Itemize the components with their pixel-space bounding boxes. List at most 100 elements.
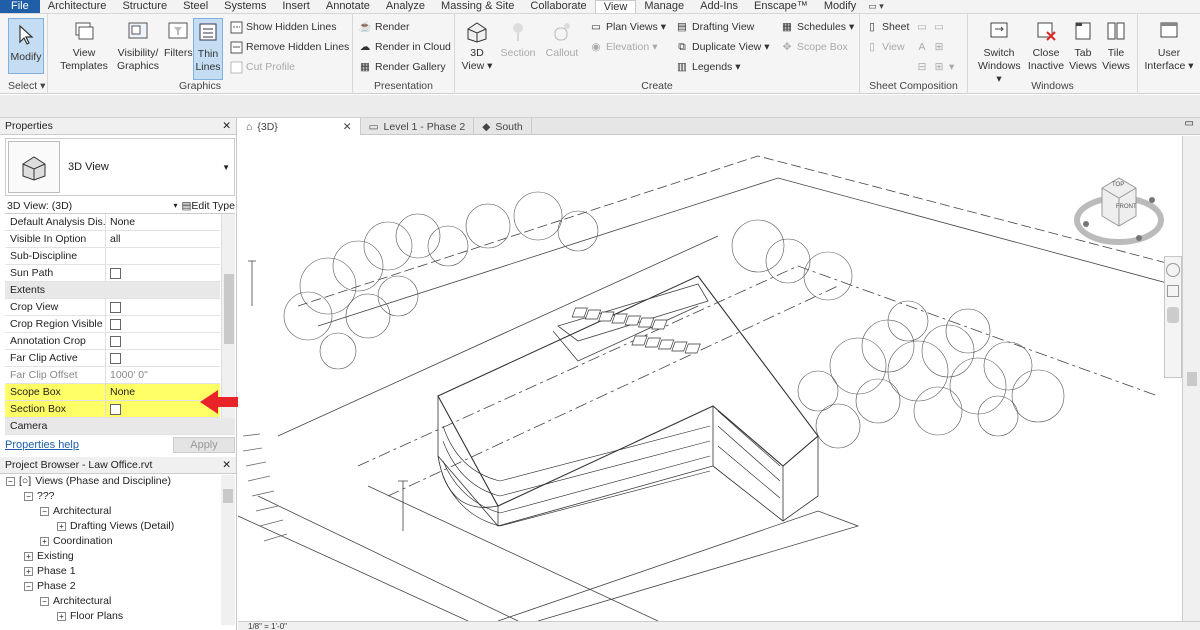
- properties-help-link[interactable]: Properties help: [5, 439, 79, 451]
- tree-toggle[interactable]: −: [24, 491, 33, 501]
- tree-node-drafting-views[interactable]: + Drafting Views (Detail): [57, 520, 174, 532]
- prop-row-default-analysis[interactable]: Default Analysis Dis... None: [5, 214, 220, 231]
- menu-tab-structure[interactable]: Structure: [114, 0, 175, 13]
- prop-row-section-box[interactable]: Section Box: [5, 401, 220, 418]
- show-hidden-lines-button[interactable]: Show Hidden Lines: [229, 18, 336, 36]
- tab-views-button[interactable]: Tab Views: [1068, 18, 1098, 73]
- view-tab-0[interactable]: ⌂ {3D} ✕: [238, 118, 361, 135]
- menu-tab-file[interactable]: File: [0, 0, 40, 13]
- tree-node-phase-1[interactable]: + Phase 1: [24, 565, 76, 577]
- menu-tab-collaborate[interactable]: Collaborate: [522, 0, 594, 13]
- filters-button[interactable]: Filters: [164, 18, 193, 60]
- menu-tab-modify[interactable]: Modify: [816, 0, 864, 13]
- prop-row-scope-box[interactable]: Scope Box None: [5, 384, 220, 401]
- cut-profile-button[interactable]: Cut Profile: [229, 58, 295, 76]
- tree-toggle[interactable]: +: [40, 536, 49, 546]
- render-cloud-button[interactable]: ☁ Render in Cloud: [358, 38, 451, 56]
- modify-button[interactable]: Modify: [8, 18, 44, 74]
- tree-node-architectural-2[interactable]: − Architectural: [40, 595, 111, 607]
- tree-node-existing[interactable]: + Existing: [24, 550, 74, 562]
- view-scale[interactable]: 1/8" = 1'-0": [248, 622, 287, 630]
- view-tab-1[interactable]: ▭ Level 1 - Phase 2: [361, 118, 475, 135]
- remove-hidden-lines-button[interactable]: Remove Hidden Lines: [229, 38, 349, 56]
- crop-region-checkbox[interactable]: [110, 318, 121, 330]
- prop-row-sub-discipline[interactable]: Sub-Discipline: [5, 248, 220, 265]
- quick-access-dropdown-icon[interactable]: ▭ ▾: [864, 0, 888, 13]
- zoom-icon[interactable]: [1167, 285, 1179, 297]
- plan-views-button[interactable]: ▭ Plan Views ▾: [589, 18, 666, 36]
- menu-tab-view[interactable]: View: [594, 0, 637, 13]
- sun-path-checkbox[interactable]: [110, 267, 121, 279]
- prop-row-crop-view[interactable]: Crop View: [5, 299, 220, 316]
- place-view-button[interactable]: ▯ View: [865, 38, 904, 56]
- tree-node-floor-plans[interactable]: + Floor Plans: [57, 610, 123, 622]
- close-inactive-button[interactable]: Close Inactive: [1026, 18, 1066, 73]
- drafting-view-button[interactable]: ▤ Drafting View: [675, 18, 754, 36]
- steering-wheel-icon[interactable]: [1166, 263, 1180, 277]
- tree-toggle[interactable]: −: [6, 476, 15, 486]
- tree-toggle[interactable]: +: [57, 521, 66, 531]
- menu-tab-massing-site[interactable]: Massing & Site: [433, 0, 522, 13]
- menu-tab-architecture[interactable]: Architecture: [40, 0, 115, 13]
- menu-tab-enscape[interactable]: Enscape™: [746, 0, 816, 13]
- switch-windows-button[interactable]: Switch Windows ▾: [978, 18, 1021, 86]
- sheet-button[interactable]: ▯ Sheet: [865, 18, 909, 36]
- annotation-crop-checkbox[interactable]: [110, 335, 121, 347]
- scope-box-button[interactable]: ✥ Scope Box: [780, 38, 848, 56]
- select-panel-label[interactable]: Select ▾: [0, 80, 47, 92]
- menu-tab-manage[interactable]: Manage: [636, 0, 692, 13]
- prop-row-annotation-crop[interactable]: Annotation Crop: [5, 333, 220, 350]
- crop-view-checkbox[interactable]: [110, 301, 121, 313]
- prop-row-crop-region-visible[interactable]: Crop Region Visible: [5, 316, 220, 333]
- prop-row-sun-path[interactable]: Sun Path: [5, 265, 220, 282]
- user-interface-button[interactable]: User Interface ▾: [1142, 18, 1196, 73]
- render-gallery-button[interactable]: ▦ Render Gallery: [358, 58, 446, 76]
- menu-tab-steel[interactable]: Steel: [175, 0, 216, 13]
- apply-button[interactable]: Apply: [173, 437, 235, 453]
- drawing-canvas[interactable]: TOP FRONT: [238, 136, 1182, 621]
- title-block-button[interactable]: ▭ ▭: [915, 18, 946, 36]
- section-button[interactable]: Section: [499, 18, 537, 60]
- prop-group-extents[interactable]: Extents: [5, 282, 220, 299]
- tree-toggle[interactable]: −: [40, 506, 49, 516]
- tree-node-unknown[interactable]: −???: [24, 490, 55, 502]
- canvas-scroll-thumb[interactable]: [1187, 372, 1197, 386]
- thin-lines-button[interactable]: Thin Lines: [193, 18, 223, 80]
- menu-tab-insert[interactable]: Insert: [274, 0, 318, 13]
- tree-node-architectural[interactable]: − Architectural: [40, 505, 111, 517]
- tree-node-phase-2[interactable]: − Phase 2: [24, 580, 76, 592]
- prop-row-far-clip-offset[interactable]: Far Clip Offset 1000' 0": [5, 367, 220, 384]
- view-tab-2[interactable]: ◆ South: [474, 118, 532, 135]
- view-templates-button[interactable]: View Templates: [58, 18, 110, 73]
- instance-selector[interactable]: 3D View: (3D) ▾ ▤Edit Type: [5, 198, 235, 214]
- render-button[interactable]: ☕ Render: [358, 18, 409, 36]
- tree-node-coordination[interactable]: + Coordination: [40, 535, 113, 547]
- close-tab-icon[interactable]: ✕: [343, 121, 352, 133]
- menu-tab-systems[interactable]: Systems: [216, 0, 274, 13]
- elevation-button[interactable]: ◉ Elevation ▾: [589, 38, 657, 56]
- properties-close-icon[interactable]: ✕: [222, 120, 231, 132]
- tree-toggle[interactable]: +: [24, 551, 33, 561]
- tree-toggle[interactable]: +: [24, 566, 33, 576]
- edit-type-button[interactable]: ▤Edit Type: [181, 200, 235, 212]
- browser-scrollbar[interactable]: [221, 475, 235, 625]
- callout-button[interactable]: Callout: [543, 18, 581, 60]
- guide-grid-button[interactable]: A ⊞: [915, 38, 946, 56]
- view-reference-button[interactable]: ⊟ ⊞ ▾: [915, 58, 955, 76]
- type-selector[interactable]: 3D View ▼: [5, 138, 235, 196]
- viewcube[interactable]: TOP FRONT: [1074, 176, 1164, 248]
- duplicate-view-button[interactable]: ⧉ Duplicate View ▾: [675, 38, 769, 56]
- viewcube-front-label[interactable]: FRONT: [1116, 204, 1137, 210]
- section-box-checkbox[interactable]: [110, 403, 121, 415]
- tree-toggle[interactable]: −: [40, 596, 49, 606]
- visibility-graphics-button[interactable]: Visibility/ Graphics: [114, 18, 162, 73]
- tree-toggle[interactable]: −: [24, 581, 33, 591]
- far-clip-checkbox[interactable]: [110, 352, 121, 364]
- schedules-button[interactable]: ▦ Schedules ▾: [780, 18, 854, 36]
- tab-switch-icon[interactable]: ▭: [1179, 118, 1200, 134]
- canvas-vertical-scrollbar[interactable]: [1182, 136, 1200, 621]
- menu-tab-annotate[interactable]: Annotate: [318, 0, 378, 13]
- browser-scroll-thumb[interactable]: [223, 489, 233, 503]
- tile-views-button[interactable]: Tile Views: [1100, 18, 1132, 73]
- prop-row-far-clip-active[interactable]: Far Clip Active: [5, 350, 220, 367]
